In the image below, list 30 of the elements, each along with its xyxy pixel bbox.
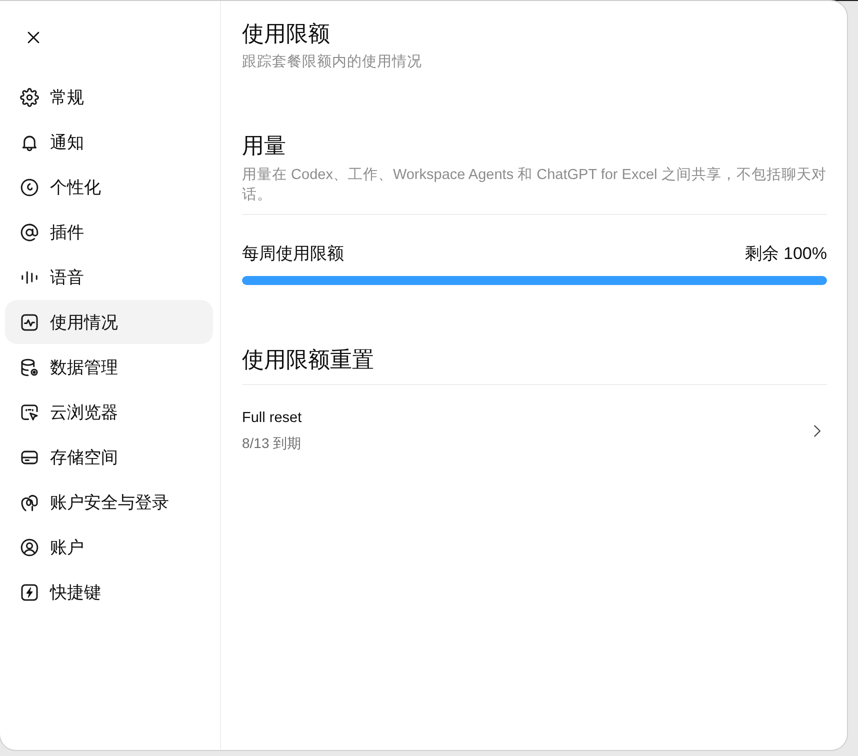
reset-row[interactable]: Full reset 8/13 到期	[242, 385, 827, 464]
meter-reading: 剩余 100%	[744, 243, 827, 265]
at-sign-icon	[20, 222, 39, 242]
nav-item[interactable]: 存储空间	[5, 435, 213, 479]
nav-item[interactable]: 账户安全与登录	[5, 480, 213, 524]
page-title: 使用限额	[242, 20, 331, 48]
nav-item[interactable]: 快捷键	[5, 570, 213, 614]
nav-item[interactable]: 数据管理	[5, 345, 213, 389]
nav-item[interactable]: 语音	[5, 255, 213, 299]
knot-icon	[20, 492, 39, 512]
nav-item[interactable]: 通知	[5, 120, 213, 164]
nav-item[interactable]: 个性化	[5, 165, 213, 209]
section-heading: 用量	[242, 132, 287, 160]
lightning-icon	[20, 582, 39, 602]
section-heading: 使用限额重置	[242, 346, 375, 374]
close-icon	[26, 30, 40, 44]
nav-item[interactable]: 常规	[5, 75, 213, 119]
swirl-circle-icon	[20, 178, 39, 196]
database-gear-icon	[20, 358, 39, 376]
meter-label: 每周使用限额	[242, 243, 344, 265]
activity-chart-icon	[20, 312, 39, 332]
page-subtitle: 跟踪套餐限额内的使用情况	[242, 52, 423, 72]
screen-cursor-icon	[20, 402, 39, 422]
gear-icon	[20, 88, 39, 106]
user-circle-icon	[20, 538, 39, 556]
nav-item[interactable]: 账户	[5, 525, 213, 569]
nav-item[interactable]: 插件	[5, 210, 213, 254]
nav-item[interactable]: 云浏览器	[5, 390, 213, 434]
section-description: 用量在 Codex、工作、Workspace Agents 和 ChatGPT for Excel 之间共享，不包括聊天对话。	[242, 166, 827, 205]
nav-item[interactable]: 使用情况	[5, 300, 213, 344]
